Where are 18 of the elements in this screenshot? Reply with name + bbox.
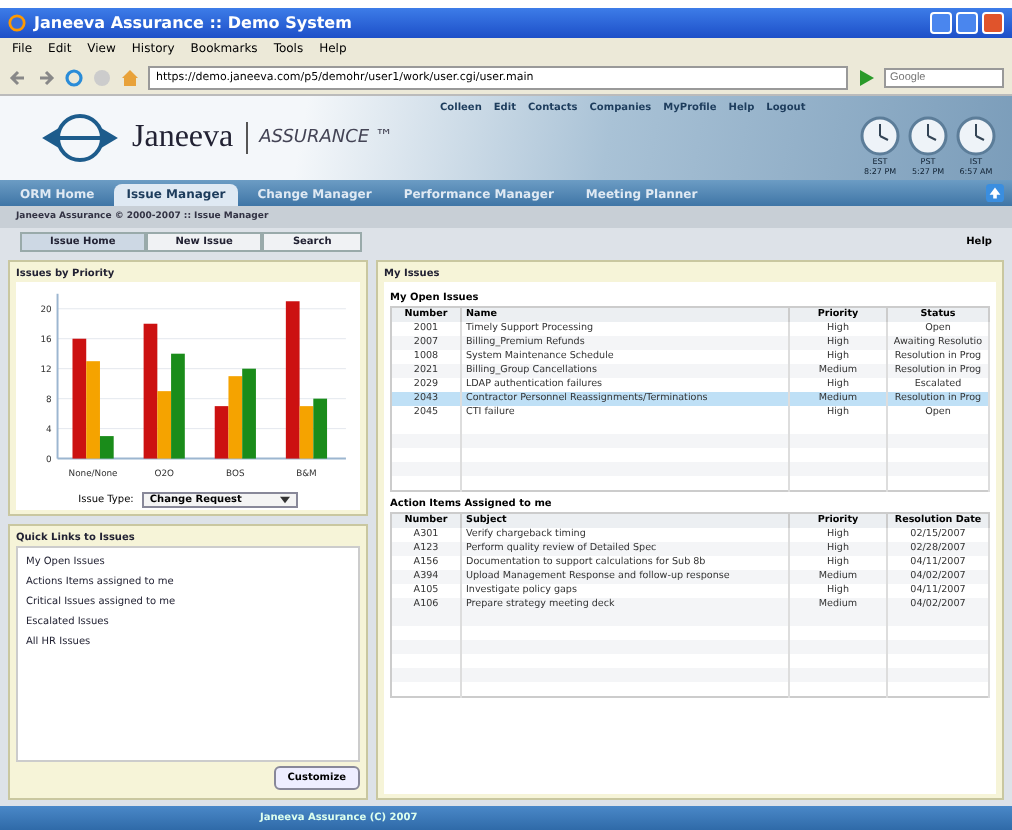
- maximize-button[interactable]: [956, 12, 978, 34]
- product-name: ASSURANCE ™: [259, 128, 393, 148]
- clock-icon: [956, 116, 996, 156]
- globe-logo-icon: [40, 108, 120, 168]
- caret-icon: [279, 495, 290, 503]
- forward-icon[interactable]: [36, 67, 56, 87]
- go-icon[interactable]: [856, 67, 876, 87]
- clock-icon: [908, 116, 948, 156]
- back-icon[interactable]: [8, 67, 28, 87]
- clock-icon: [860, 116, 900, 156]
- close-button[interactable]: [982, 12, 1004, 34]
- home-icon[interactable]: [120, 67, 140, 87]
- reload-icon[interactable]: [64, 67, 84, 87]
- window-title: Janeeva Assurance :: Demo System: [34, 14, 352, 32]
- minimize-button[interactable]: [930, 12, 952, 34]
- up-arrow-icon[interactable]: [986, 184, 1004, 202]
- brand-name: Janeeva: [132, 120, 234, 156]
- browser-icon: [8, 14, 26, 32]
